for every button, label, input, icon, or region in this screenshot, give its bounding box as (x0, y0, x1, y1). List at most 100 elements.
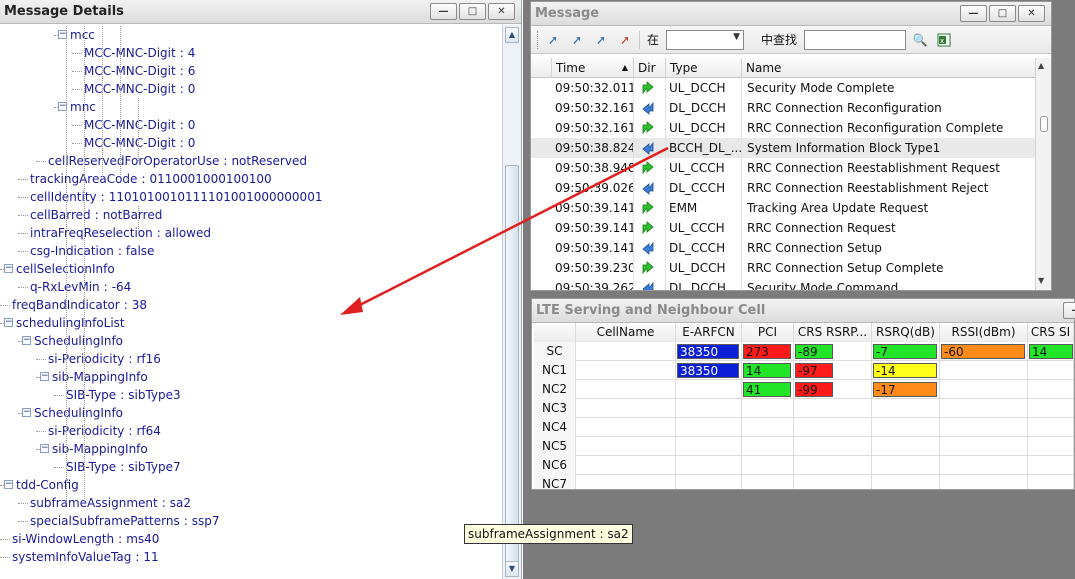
table-row[interactable]: 09:50:39.141 UL_CCCH RRC Connection Reques… (531, 218, 1035, 238)
field-select[interactable]: ▼ (666, 29, 745, 50)
excel-icon[interactable]: x (934, 30, 954, 50)
lte-column-header[interactable]: CRS RSRP... (794, 323, 872, 342)
scroll-up-icon[interactable]: ▲ (505, 27, 519, 43)
table-row[interactable]: NC2 41 -99 -17 (534, 380, 1074, 399)
table-row[interactable]: 09:50:39.141 EMM Tracking Area Update Requ… (531, 198, 1035, 218)
tree-node[interactable]: MCC-MNC-Digit:4 (84, 44, 195, 62)
lte-column-header[interactable]: E-ARFCN (676, 323, 742, 342)
filter-remove-icon[interactable]: ➚ (615, 30, 635, 50)
table-row[interactable]: NC5 (534, 437, 1074, 456)
lte-column-header[interactable]: RSRQ(dB) (872, 323, 940, 342)
tree-node[interactable]: MCC-MNC-Digit:0 (84, 134, 195, 152)
tree-node[interactable]: csg-Indication: false (30, 242, 154, 260)
tree-node[interactable]: systemInfoValueTag:11 (12, 548, 159, 566)
close-button[interactable]: ✕ (1018, 5, 1045, 22)
tree-node[interactable]: cellBarred: notBarred (30, 206, 162, 224)
lte-cell (742, 475, 794, 489)
tree-node[interactable]: cellReservedForOperatorUse: notReserved (48, 152, 307, 170)
app-root: Message Details — □ ✕ − mcc MCC-MNC-Digit:… (0, 0, 1075, 579)
collapse-icon[interactable]: − (40, 444, 49, 453)
tree-node[interactable]: si-Periodicity: rf16 (48, 350, 161, 368)
tree-node[interactable]: specialSubframePatterns: ssp7 (30, 512, 220, 530)
table-row[interactable]: NC4 (534, 418, 1074, 437)
col-name[interactable]: Name (741, 58, 1035, 78)
table-row[interactable]: 09:50:32.161 UL_DCCH RRC Connection Reconf… (531, 118, 1035, 138)
table-row[interactable]: 09:50:39.026 DL_CCCH RRC Connection Reesta… (531, 178, 1035, 198)
tree-node[interactable]: intraFreqReselection: allowed (30, 224, 211, 242)
table-row[interactable]: 09:50:39.262 DL_DCCH Security Mode Command (531, 278, 1035, 290)
collapse-icon[interactable]: − (22, 336, 31, 345)
collapse-icon[interactable]: − (22, 408, 31, 417)
table-row[interactable]: 09:50:39.141 DL_CCCH RRC Connection Setup (531, 238, 1035, 258)
tree-node[interactable]: si-Periodicity: rf64 (48, 422, 161, 440)
minimize-button[interactable]: — (430, 3, 457, 20)
tree-node[interactable]: SchedulingInfo (34, 332, 123, 350)
cell-type: EMM (669, 201, 698, 215)
table-row[interactable]: SC 38350 273 -89 -7 -60 14 (534, 342, 1074, 361)
table-row[interactable]: NC3 (534, 399, 1074, 418)
cell-time: 09:50:39.141 (555, 201, 633, 215)
tree-connector (18, 233, 28, 234)
lte-column-header[interactable] (534, 323, 576, 342)
tree-node[interactable]: mnc (70, 98, 96, 116)
tree-node[interactable]: q-RxLevMin: -64 (30, 278, 131, 296)
tree-node[interactable]: MCC-MNC-Digit:0 (84, 116, 195, 134)
collapse-icon[interactable]: − (4, 264, 13, 273)
tree-node[interactable]: SchedulingInfo (34, 404, 123, 422)
tree-node[interactable]: mcc (70, 26, 95, 44)
tree-node-value: sibType3 (128, 388, 181, 402)
maximize-button[interactable]: □ (989, 5, 1016, 22)
table-row[interactable]: NC7 (534, 475, 1074, 489)
col-type[interactable]: Type (665, 58, 741, 78)
search-input[interactable] (804, 29, 907, 50)
message-scrollbar[interactable]: ▲ ▼ (1035, 58, 1051, 290)
table-row[interactable]: NC6 (534, 456, 1074, 475)
uplink-arrow-icon (642, 221, 654, 235)
lte-column-header[interactable]: CRS SI (1028, 323, 1074, 342)
tree-node[interactable]: cellIdentity:110101001011110100100000000… (30, 188, 322, 206)
tree-node[interactable]: si-WindowLength: ms40 (12, 530, 159, 548)
lte-column-header[interactable]: PCI (742, 323, 794, 342)
scroll-up-icon[interactable]: ▲ (1038, 61, 1044, 70)
tree-connector (72, 125, 82, 126)
filter-arrow-icon[interactable]: ➚ (543, 30, 563, 50)
table-row[interactable]: 09:50:32.011 UL_DCCH Security Mode Complet… (531, 78, 1035, 98)
tree-node[interactable]: subframeAssignment: sa2 (30, 494, 191, 512)
tree-node[interactable]: tdd-Config (16, 476, 79, 494)
col-time[interactable]: Time ▲ (551, 58, 633, 78)
message-details-titlebar[interactable]: Message Details — □ ✕ (0, 0, 521, 24)
table-row[interactable]: 09:50:39.230 UL_DCCH RRC Connection Setup … (531, 258, 1035, 278)
lte-column-header[interactable]: RSSI(dBm) (940, 323, 1028, 342)
minimize-button[interactable]: — (960, 5, 987, 22)
message-window-titlebar[interactable]: Message — □ ✕ (531, 2, 1051, 26)
tree-node-separator: : (179, 136, 184, 150)
minimize-button[interactable]: — (1063, 302, 1075, 319)
col-dir[interactable]: Dir (633, 58, 665, 78)
table-row[interactable]: 09:50:38.824 BCCH_DL_... System Informatio… (531, 138, 1035, 158)
tree-node[interactable]: MCC-MNC-Digit:6 (84, 62, 195, 80)
tree-node[interactable]: schedulingInfoList (16, 314, 125, 332)
table-row[interactable]: 09:50:38.948 UL_CCCH RRC Connection Reesta… (531, 158, 1035, 178)
scroll-down-icon[interactable]: ▼ (505, 561, 519, 577)
tree-node[interactable]: MCC-MNC-Digit:0 (84, 80, 195, 98)
filter-add-icon[interactable]: ➚ (567, 30, 587, 50)
lte-value-swatch: -60 (941, 344, 1025, 359)
magnifier-icon[interactable]: 🔍 (910, 30, 930, 50)
lte-cell (940, 399, 1028, 418)
collapse-icon[interactable]: − (4, 480, 13, 489)
table-row[interactable]: NC1 38350 14 -97 -14 (534, 361, 1074, 380)
maximize-button[interactable]: □ (459, 3, 486, 20)
tree-scrollbar[interactable]: ▲ ▼ (502, 25, 521, 579)
tree-node[interactable]: freqBandIndicator:38 (12, 296, 147, 314)
scroll-thumb[interactable] (1040, 116, 1048, 132)
table-row[interactable]: 09:50:32.161 DL_DCCH RRC Connection Reconf… (531, 98, 1035, 118)
close-button[interactable]: ✕ (488, 3, 515, 20)
scroll-thumb[interactable] (505, 165, 519, 565)
lte-column-header[interactable]: CellName (576, 323, 676, 342)
collapse-icon[interactable]: − (4, 318, 13, 327)
collapse-icon[interactable]: − (40, 372, 49, 381)
lte-window-titlebar[interactable]: LTE Serving and Neighbour Cell — (532, 299, 1075, 323)
filter-edit-icon[interactable]: ➚ (591, 30, 611, 50)
scroll-down-icon[interactable]: ▼ (1038, 276, 1044, 285)
lte-cell (872, 437, 940, 456)
